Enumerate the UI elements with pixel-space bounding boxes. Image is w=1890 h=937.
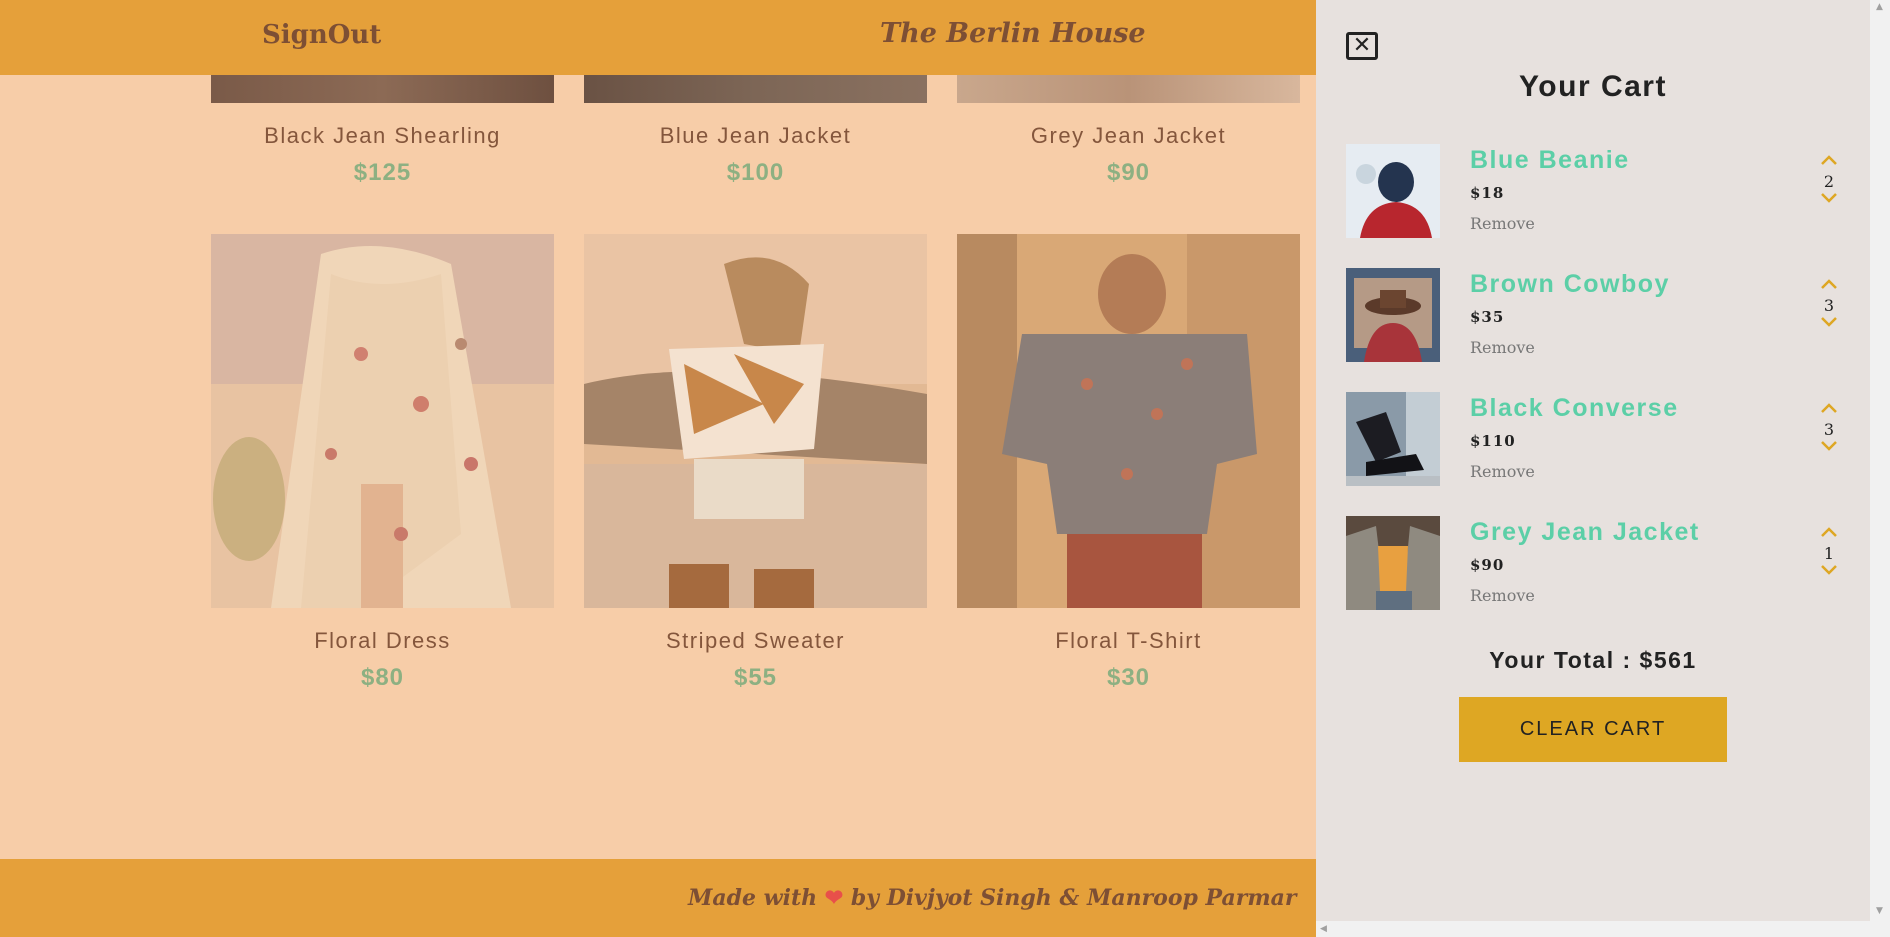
product-price: $90: [1106, 159, 1151, 186]
quantity-stepper: 3: [1814, 402, 1844, 458]
chevron-down-icon[interactable]: [1814, 316, 1844, 334]
product-image: [584, 234, 927, 608]
scroll-left-icon[interactable]: ◀: [1320, 924, 1327, 934]
footer-authors: by Divjyot Singh & Manroop Parmar: [850, 885, 1297, 911]
cart-item: Black Converse $110 Remove 3: [1346, 392, 1846, 486]
product-price: $100: [726, 159, 785, 186]
vertical-scrollbar[interactable]: ▲ ▼: [1870, 0, 1890, 937]
product-price: $125: [353, 159, 412, 186]
product-card[interactable]: Striped Sweater $55: [584, 234, 927, 692]
product-price: $30: [1106, 664, 1151, 691]
clear-cart-button[interactable]: CLEAR CART: [1459, 697, 1727, 762]
quantity-value: 3: [1823, 296, 1835, 315]
product-name: Grey Jean Jacket: [1030, 123, 1227, 148]
quantity-stepper: 1: [1814, 526, 1844, 582]
footer-credit: Made with ❤ by Divjyot Singh & Manroop P…: [688, 885, 1296, 911]
footer: Made with ❤ by Divjyot Singh & Manroop P…: [0, 859, 1316, 937]
chevron-up-icon[interactable]: [1814, 526, 1844, 544]
cart-item: Blue Beanie $18 Remove 2: [1346, 144, 1846, 238]
product-image: [584, 75, 927, 103]
remove-button[interactable]: Remove: [1470, 586, 1535, 605]
product-name: Floral T-Shirt: [1055, 628, 1202, 653]
remove-button[interactable]: Remove: [1470, 338, 1535, 357]
scroll-down-icon[interactable]: ▼: [1876, 906, 1883, 916]
horizontal-scrollbar[interactable]: ◀: [1316, 921, 1870, 937]
cart-item-name: Blue Beanie: [1470, 146, 1630, 174]
heart-icon: ❤: [824, 885, 844, 911]
cart-item-name: Grey Jean Jacket: [1470, 518, 1700, 546]
chevron-up-icon[interactable]: [1814, 402, 1844, 420]
product-price: $80: [360, 664, 405, 691]
product-price: $55: [733, 664, 778, 691]
store-page: Black Jean Shearling $125 Blue Jean Jack…: [0, 0, 1316, 937]
product-name: Striped Sweater: [665, 628, 846, 653]
product-image: [211, 75, 554, 103]
quantity-stepper: 3: [1814, 278, 1844, 334]
cart-item-image: [1346, 144, 1440, 238]
product-card[interactable]: Grey Jean Jacket $90: [957, 75, 1300, 187]
cart-item: Grey Jean Jacket $90 Remove 1: [1346, 516, 1846, 610]
cart-item-name: Brown Cowboy: [1470, 270, 1670, 298]
cart-item: Brown Cowboy $35 Remove 3: [1346, 268, 1846, 362]
quantity-stepper: 2: [1814, 154, 1844, 210]
product-card[interactable]: Floral Dress $80: [211, 234, 554, 692]
footer-made-with: Made with: [688, 885, 818, 911]
cart-item-name: Black Converse: [1470, 394, 1679, 422]
chevron-down-icon[interactable]: [1814, 440, 1844, 458]
brand-logo[interactable]: The Berlin House: [880, 18, 1146, 49]
chevron-down-icon[interactable]: [1814, 192, 1844, 210]
chevron-up-icon[interactable]: [1814, 154, 1844, 172]
product-name: Blue Jean Jacket: [659, 123, 852, 148]
quantity-value: 2: [1823, 172, 1835, 191]
product-name: Floral Dress: [314, 628, 451, 653]
close-icon: ✕: [1352, 33, 1372, 58]
cart-item-price: $110: [1470, 432, 1516, 450]
product-image: [211, 234, 554, 608]
cart-item-image: [1346, 268, 1440, 362]
remove-button[interactable]: Remove: [1470, 214, 1535, 233]
cart-total: Your Total : $561: [1489, 647, 1697, 673]
product-card[interactable]: Blue Jean Jacket $100: [584, 75, 927, 187]
quantity-value: 1: [1823, 544, 1835, 563]
product-image: [957, 234, 1300, 608]
cart-title: Your Cart: [1519, 70, 1667, 103]
product-card[interactable]: Floral T-Shirt $30: [957, 234, 1300, 692]
quantity-value: 3: [1823, 420, 1835, 439]
cart-item-price: $90: [1470, 556, 1505, 574]
scroll-up-icon[interactable]: ▲: [1876, 2, 1883, 12]
chevron-up-icon[interactable]: [1814, 278, 1844, 296]
product-card[interactable]: Black Jean Shearling $125: [211, 75, 554, 187]
remove-button[interactable]: Remove: [1470, 462, 1535, 481]
cart-item-image: [1346, 516, 1440, 610]
close-cart-button[interactable]: ✕: [1346, 32, 1378, 60]
cart-item-price: $18: [1470, 184, 1505, 202]
product-image: [957, 75, 1300, 103]
product-name: Black Jean Shearling: [264, 123, 501, 148]
cart-item-price: $35: [1470, 308, 1505, 326]
cart-item-image: [1346, 392, 1440, 486]
signout-link[interactable]: SignOut: [262, 20, 381, 50]
cart-sidebar: ✕ Your Cart Blue Beanie $18 Remove 2 Bro…: [1316, 0, 1870, 937]
chevron-down-icon[interactable]: [1814, 564, 1844, 582]
navbar: SignOut The Berlin House: [0, 0, 1316, 75]
